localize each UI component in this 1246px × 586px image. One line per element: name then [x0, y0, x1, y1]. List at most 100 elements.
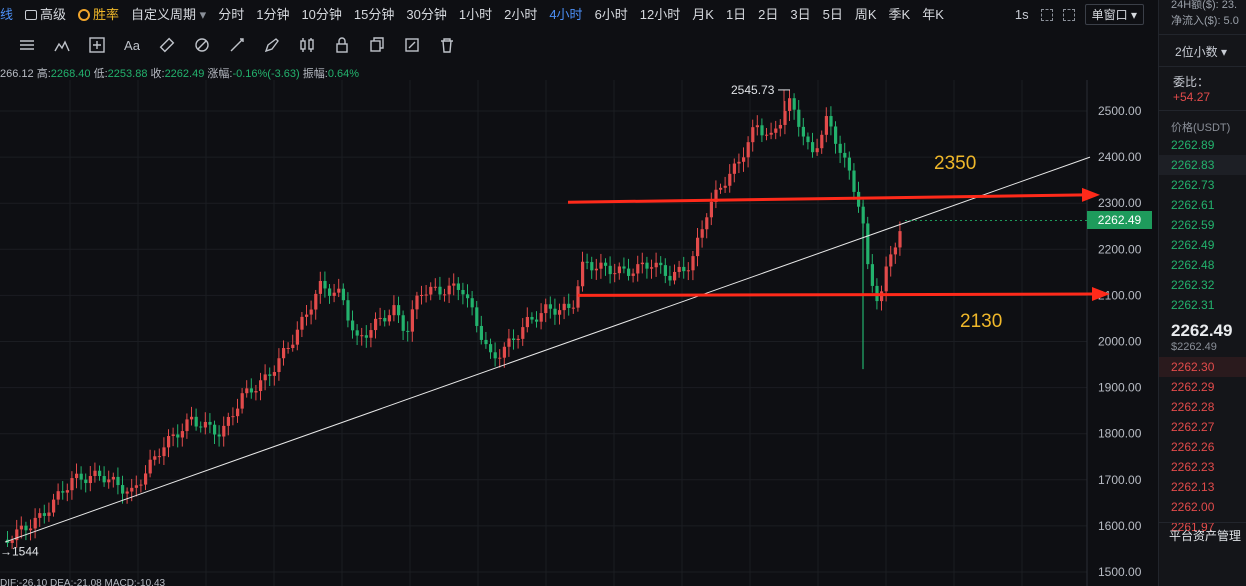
crosshair-icon[interactable] [86, 34, 108, 56]
trash-icon[interactable] [436, 34, 458, 56]
bid-row[interactable]: 2262.00 [1159, 497, 1246, 517]
timeframe-tab[interactable]: 季K [889, 4, 911, 23]
timeframe-tab[interactable]: 2小时 [504, 4, 537, 23]
timeframe-tab[interactable]: 12小时 [640, 4, 680, 23]
candle-body [199, 426, 203, 428]
timeframe-tab[interactable]: 6小时 [595, 4, 628, 23]
candle-body [130, 487, 134, 492]
candlestick-chart[interactable]: 2500.00 2400.00 2300.00 2200.00 2100.00 2000.… [0, 80, 1158, 586]
candle-body [162, 447, 166, 457]
timeframe-tab[interactable]: 2日 [758, 4, 778, 23]
amp-value: 0.64% [327, 68, 360, 80]
chart-canvas[interactable]: 2500.002400.002300.002200.002100.002000.… [0, 80, 1158, 586]
candle-body [383, 317, 387, 322]
bid-row[interactable]: 2262.26 [1159, 437, 1246, 457]
timeframe-tab[interactable]: 3日 [790, 4, 810, 23]
timeframe-tab[interactable]: 10分钟 [301, 4, 341, 23]
timeframe-tab[interactable]: 胜率 [78, 4, 119, 23]
copy-icon[interactable] [366, 34, 388, 56]
ask-row[interactable]: 2262.49 [1159, 235, 1246, 255]
interval-short[interactable]: 1s [1015, 7, 1029, 22]
text-tool-icon[interactable]: Aa [121, 34, 143, 56]
candle-body [893, 247, 897, 255]
timeframe-tab[interactable]: 1分钟 [256, 4, 289, 23]
decimal-select[interactable]: 2位小数 ▾ [1159, 43, 1246, 60]
candle-body [397, 305, 401, 316]
ask-row[interactable]: 2262.73 [1159, 175, 1246, 195]
ask-row[interactable]: 2262.59 [1159, 215, 1246, 235]
fullscreen-icon[interactable] [1040, 8, 1053, 21]
ask-row[interactable]: 2262.48 [1159, 255, 1246, 275]
ask-row[interactable]: 2262.31 [1159, 295, 1246, 315]
timeframe-tab[interactable]: 周K [855, 4, 877, 23]
y-axis-tick-label: 2300.00 [1098, 196, 1142, 210]
candle-body [521, 327, 525, 339]
bid-row[interactable]: 2262.30 [1159, 357, 1246, 377]
mountain-chart-icon[interactable] [51, 34, 73, 56]
candle-body [369, 330, 373, 338]
candle-body [755, 125, 759, 128]
candle-body [438, 286, 442, 295]
bid-row[interactable]: 2262.13 [1159, 477, 1246, 497]
candle-body [696, 237, 700, 257]
ruler-icon[interactable] [156, 34, 178, 56]
candle-body [774, 128, 778, 133]
bid-row[interactable]: 2262.23 [1159, 457, 1246, 477]
close-value: 2262.49 [164, 68, 205, 80]
candle-body [56, 491, 60, 500]
bid-row[interactable]: 2262.27 [1159, 417, 1246, 437]
ask-row[interactable]: 2262.83 [1159, 155, 1246, 175]
ask-row[interactable]: 2262.89 [1159, 135, 1246, 155]
pen-icon[interactable] [261, 34, 283, 56]
ask-row[interactable]: 2262.32 [1159, 275, 1246, 295]
magnet-icon[interactable] [191, 34, 213, 56]
candle-body [84, 479, 88, 484]
candle-body [88, 476, 92, 484]
bid-row[interactable]: 2262.29 [1159, 377, 1246, 397]
lock-icon[interactable] [331, 34, 353, 56]
timeframe-tab[interactable]: 1小时 [459, 4, 492, 23]
platform-assets-link[interactable]: 平台资产管理 [1159, 522, 1246, 550]
candle-body [700, 229, 704, 238]
candle-tool-icon[interactable] [296, 34, 318, 56]
candle-body [291, 344, 295, 349]
timeframe-tab[interactable]: 年K [922, 4, 944, 23]
candle-body [125, 491, 129, 494]
line-tool-icon[interactable] [226, 34, 248, 56]
ask-row[interactable]: 2262.61 [1159, 195, 1246, 215]
timeframe-tab-label: 4小时 [549, 7, 583, 22]
candle-body [824, 116, 828, 135]
timeframe-tab[interactable]: 月K [692, 4, 714, 23]
y-axis-tick-label: 1600.00 [1098, 519, 1142, 533]
candle-body [530, 316, 534, 320]
candle-body [305, 314, 309, 317]
timeframe-tab[interactable]: 4小时 [549, 4, 582, 23]
candle-body [599, 262, 603, 269]
candle-body [571, 307, 575, 309]
timeframe-tab-label: 10分钟 [301, 7, 342, 22]
edit-icon[interactable] [401, 34, 423, 56]
candle-body [157, 456, 161, 458]
timeframe-tab[interactable]: 15分钟 [354, 4, 394, 23]
expand-icon[interactable] [1062, 8, 1075, 21]
candle-body [167, 436, 171, 448]
timeframe-tab-label: 2日 [758, 7, 779, 22]
bid-row[interactable]: 2262.28 [1159, 397, 1246, 417]
candle-body [378, 317, 382, 319]
timeframe-tab-label: 胜率 [93, 7, 120, 22]
indicator-list-icon[interactable] [16, 34, 38, 56]
candle-body [751, 127, 755, 143]
timeframe-tab[interactable]: 高级 [25, 4, 66, 23]
candle-body [176, 434, 180, 438]
timeframe-tab[interactable]: 1日 [726, 4, 746, 23]
timeframe-tab[interactable]: 30分钟 [406, 4, 446, 23]
candle-body [217, 434, 221, 437]
timeframe-tab[interactable]: 自定义周期 ▾ [131, 4, 206, 23]
window-select[interactable]: 单窗口 ▾ [1084, 4, 1144, 25]
candle-body [144, 473, 148, 485]
timeframe-tab[interactable]: 5日 [823, 4, 843, 23]
timeframe-tab[interactable]: 线 [0, 4, 13, 23]
timeframe-tab[interactable]: 分时 [218, 4, 244, 23]
candle-body [249, 388, 253, 393]
candle-body [834, 126, 838, 144]
